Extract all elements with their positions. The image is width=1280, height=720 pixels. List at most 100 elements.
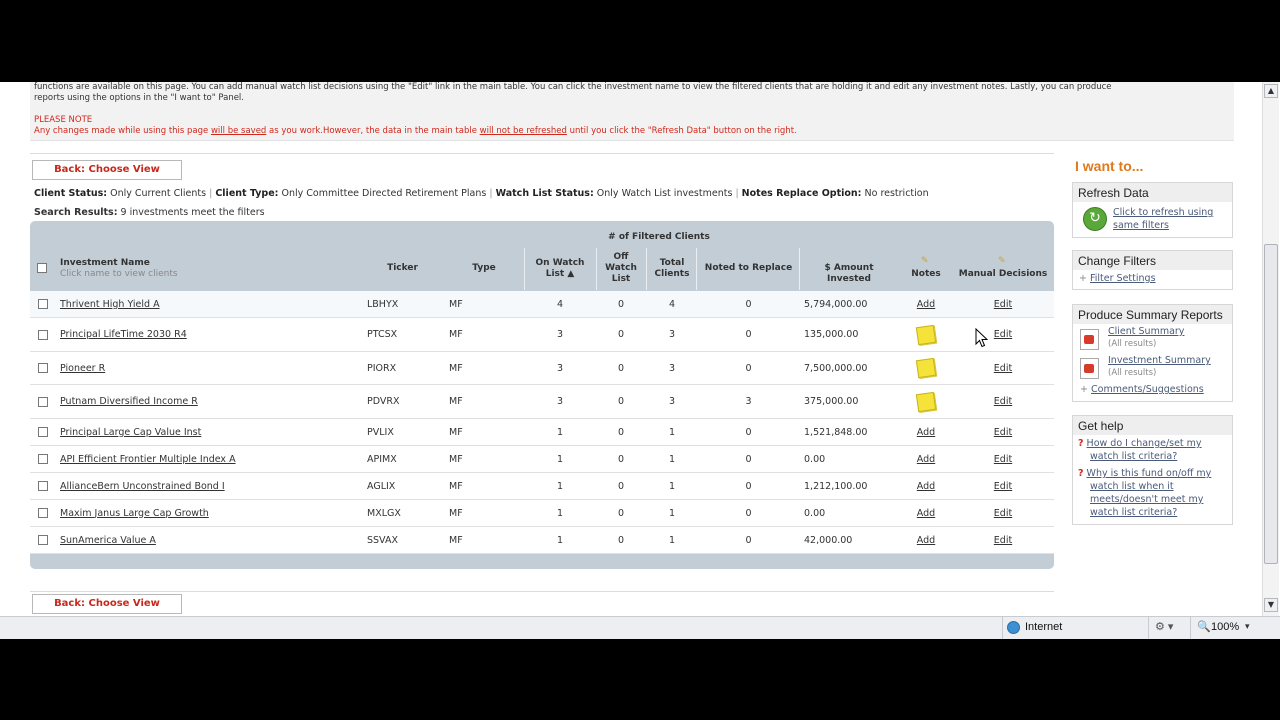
header-investment-name[interactable]: Investment Name bbox=[60, 258, 150, 269]
scroll-up-arrow-icon[interactable]: ▲ bbox=[1264, 84, 1278, 98]
select-all-checkbox[interactable] bbox=[37, 263, 47, 273]
manual-decision-cell: Edit bbox=[955, 352, 1051, 384]
investment-name-link[interactable]: Maxim Janus Large Cap Growth bbox=[60, 508, 209, 519]
add-note-link[interactable]: Add bbox=[917, 454, 935, 465]
summary-reports-panel: Produce Summary Reports Client Summary (… bbox=[1072, 304, 1233, 402]
investment-name-link[interactable]: SunAmerica Value A bbox=[60, 535, 156, 546]
protected-mode-icon[interactable]: ⚙ ▾ bbox=[1155, 620, 1173, 633]
total-clients: 3 bbox=[668, 329, 676, 340]
row-checkbox[interactable] bbox=[38, 473, 48, 499]
noted-to-replace: 0 bbox=[745, 426, 752, 438]
investment-name-link[interactable]: Principal Large Cap Value Inst bbox=[60, 427, 201, 438]
zoom-level[interactable]: 100% bbox=[1211, 621, 1239, 633]
row-checkbox[interactable] bbox=[38, 291, 48, 317]
back-choose-view-button[interactable]: Back: Choose View bbox=[32, 160, 182, 180]
header-noted-to-replace[interactable]: Noted to Replace bbox=[700, 263, 797, 274]
get-help-panel: Get help ? How do I change/set my watch … bbox=[1072, 415, 1233, 525]
scrollbar-thumb[interactable] bbox=[1264, 244, 1278, 564]
question-icon: ? bbox=[1078, 438, 1084, 449]
investment-name-link[interactable]: Principal LifeTime 2030 R4 bbox=[60, 329, 187, 340]
row-checkbox[interactable] bbox=[38, 352, 48, 384]
investment-name-link[interactable]: API Efficient Frontier Multiple Index A bbox=[60, 454, 236, 465]
note-icon[interactable] bbox=[900, 318, 952, 351]
on-watch-count: 4 bbox=[556, 298, 564, 310]
edit-link[interactable]: Edit bbox=[994, 481, 1012, 492]
ticker: PDVRX bbox=[367, 396, 400, 407]
edit-link[interactable]: Edit bbox=[994, 508, 1012, 519]
investment-name-cell: API Efficient Frontier Multiple Index A bbox=[60, 446, 370, 472]
investment-name-link[interactable]: Putnam Diversified Income R bbox=[60, 396, 198, 407]
off-watch-count: 0 bbox=[617, 426, 625, 438]
add-note-link[interactable]: Add bbox=[917, 427, 935, 438]
off-watch-count: 0 bbox=[617, 507, 625, 519]
pdf-icon bbox=[1080, 358, 1099, 379]
header-on-watch-list[interactable]: On Watch List ▲ bbox=[530, 258, 590, 280]
note-icon[interactable] bbox=[900, 352, 952, 384]
add-note-link[interactable]: Add bbox=[917, 535, 935, 546]
refresh-data-header: Refresh Data bbox=[1073, 183, 1232, 202]
question-icon: ? bbox=[1078, 468, 1084, 479]
edit-link[interactable]: Edit bbox=[994, 329, 1012, 340]
edit-link[interactable]: Edit bbox=[994, 427, 1012, 438]
client-summary-scope: (All results) bbox=[1108, 339, 1157, 349]
notes-cell: Add bbox=[900, 291, 952, 317]
ticker: APIMX bbox=[367, 453, 397, 465]
header-manual-decisions[interactable]: Manual Decisions bbox=[955, 269, 1051, 280]
note-icon[interactable] bbox=[900, 385, 952, 418]
back-choose-view-button-bottom[interactable]: Back: Choose View bbox=[32, 594, 182, 614]
header-off-watch-list[interactable]: Off Watch List bbox=[600, 252, 642, 285]
help-question-2[interactable]: ? Why is this fund on/off my watch list … bbox=[1078, 467, 1211, 519]
row-checkbox[interactable] bbox=[38, 500, 48, 526]
zoom-dropdown-icon[interactable]: ▾ bbox=[1245, 621, 1250, 632]
total-clients: 1 bbox=[668, 480, 676, 492]
investment-name-link[interactable]: Pioneer R bbox=[60, 363, 105, 374]
help-question-1[interactable]: ? How do I change/set my watch list crit… bbox=[1078, 437, 1202, 463]
header-amount-invested[interactable]: $ Amount Invested bbox=[801, 263, 897, 285]
edit-link[interactable]: Edit bbox=[994, 535, 1012, 546]
add-note-link[interactable]: Add bbox=[917, 299, 935, 310]
manual-decision-cell: Edit bbox=[955, 500, 1051, 526]
ticker: LBHYX bbox=[367, 298, 399, 310]
on-watch-count: 1 bbox=[556, 426, 564, 438]
row-checkbox[interactable] bbox=[38, 385, 48, 418]
refresh-icon[interactable]: ↻ bbox=[1083, 207, 1107, 231]
investment-name-cell: Thrivent High Yield A bbox=[60, 291, 370, 317]
group-header: # of Filtered Clients bbox=[608, 232, 710, 242]
edit-link[interactable]: Edit bbox=[994, 396, 1012, 407]
manual-decision-cell: Edit bbox=[955, 473, 1051, 499]
client-summary-link[interactable]: Client Summary bbox=[1108, 326, 1184, 337]
add-note-link[interactable]: Add bbox=[917, 508, 935, 519]
scroll-down-arrow-icon[interactable]: ▼ bbox=[1264, 598, 1278, 612]
edit-link[interactable]: Edit bbox=[994, 454, 1012, 465]
ticker: PIORX bbox=[367, 362, 397, 374]
manual-decision-cell: Edit bbox=[955, 419, 1051, 445]
filter-settings-link[interactable]: Filter Settings bbox=[1090, 273, 1156, 284]
noted-to-replace: 0 bbox=[745, 507, 752, 519]
refresh-link[interactable]: Click to refresh using same filters bbox=[1113, 206, 1213, 232]
row-checkbox[interactable] bbox=[38, 446, 48, 472]
i-want-to-title: I want to... bbox=[1075, 158, 1144, 174]
investment-summary-link[interactable]: Investment Summary bbox=[1108, 355, 1211, 366]
amount-invested: 375,000.00 bbox=[804, 396, 859, 407]
ticker: MXLGX bbox=[367, 507, 401, 519]
row-checkbox[interactable] bbox=[38, 527, 48, 553]
ticker: PVLIX bbox=[367, 426, 394, 438]
row-checkbox[interactable] bbox=[38, 318, 48, 351]
header-total-clients[interactable]: Total Clients bbox=[650, 258, 694, 280]
security-zone-label: Internet bbox=[1025, 621, 1063, 633]
note-text: Any changes made while using this page w… bbox=[34, 126, 797, 136]
notes-cell: Add bbox=[900, 500, 952, 526]
comments-suggestions-link[interactable]: Comments/Suggestions bbox=[1091, 384, 1204, 395]
edit-link[interactable]: Edit bbox=[994, 299, 1012, 310]
table-row: Thrivent High Yield A LBHYX MF 4 0 4 0 5,794,00… bbox=[30, 291, 1054, 318]
header-notes[interactable]: Notes bbox=[900, 269, 952, 280]
row-checkbox[interactable] bbox=[38, 419, 48, 445]
investment-name-link[interactable]: Thrivent High Yield A bbox=[60, 299, 160, 310]
investment-name-link[interactable]: AllianceBern Unconstrained Bond I bbox=[60, 481, 225, 492]
edit-link[interactable]: Edit bbox=[994, 363, 1012, 374]
zoom-icon[interactable]: 🔍 bbox=[1197, 620, 1211, 633]
add-note-link[interactable]: Add bbox=[917, 481, 935, 492]
header-type[interactable]: Type bbox=[455, 263, 513, 274]
vertical-scrollbar[interactable]: ▲ ▼ bbox=[1262, 82, 1279, 616]
header-ticker[interactable]: Ticker bbox=[375, 263, 430, 274]
